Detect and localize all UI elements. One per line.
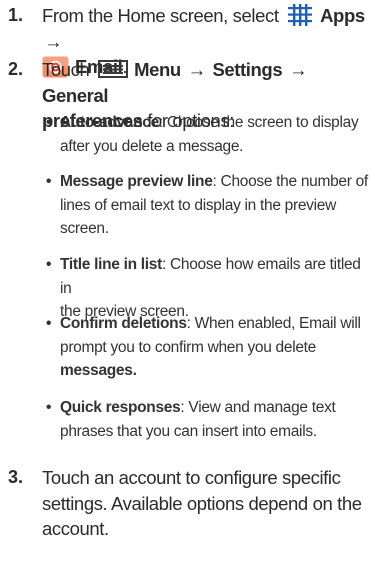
step-3-line: account. (42, 518, 109, 539)
arrow: → (288, 59, 308, 80)
bullet-dot: • (46, 399, 52, 416)
bullet-dot: • (46, 315, 52, 332)
option-auto-advance: • Auto-advance: Choose the screen to dis… (46, 111, 372, 158)
bullet-dot: • (46, 256, 52, 273)
arrow: → (44, 30, 63, 52)
option-desc-bold: messages. (60, 362, 137, 380)
option-desc: : Choose the number of (212, 173, 369, 190)
step-3: 3. Touch an account to configure specifi… (6, 465, 368, 542)
option-term: Message preview line (60, 173, 213, 190)
option-desc: after you delete a message. (60, 137, 244, 155)
step-number: 3. (8, 467, 24, 487)
step-2-text: Touch (42, 59, 90, 80)
menu-key-icon (98, 60, 129, 78)
step-text: Touch an account to configure specific s… (42, 465, 368, 542)
bullet-dot: • (46, 114, 52, 131)
option-desc: : When enabled, Email will (186, 315, 361, 332)
option-term: Title line in list (60, 256, 162, 273)
bullet-dot: • (46, 173, 52, 190)
apps-grid-icon (288, 4, 313, 26)
step-3-line: Touch an account to configure specific (42, 467, 341, 488)
settings-label: Settings (212, 59, 283, 80)
option-message-preview-line: • Message preview line: Choose the numbe… (46, 170, 372, 241)
option-desc: screen. (60, 220, 109, 238)
apps-label: Apps (320, 5, 365, 26)
option-term: Quick responses (60, 399, 181, 416)
instruction-page: 1. From the Home screen, select Apps → E… (0, 0, 375, 572)
option-confirm-deletions: • Confirm deletions: When enabled, Email… (46, 312, 372, 383)
arrow: → (187, 59, 207, 80)
option-desc: lines of email text to display in the pr… (60, 196, 336, 214)
option-desc: prompt you to confirm when you delete (60, 338, 316, 356)
general-label: General (42, 84, 109, 106)
step-number: 1. (8, 5, 24, 25)
option-term: Confirm deletions (60, 315, 187, 332)
step-3-line: settings. Available options depend on th… (42, 492, 362, 514)
option-desc: phrases that you can insert into emails. (60, 422, 317, 440)
step-1-text: From the Home screen, select (42, 5, 279, 26)
option-quick-responses: • Quick responses: View and manage text … (46, 396, 372, 443)
step-number: 2. (8, 59, 24, 79)
option-desc: : Choose the screen to display (158, 114, 359, 131)
option-desc: : View and manage text (180, 399, 336, 416)
menu-label: Menu (134, 59, 181, 80)
option-term: Auto-advance (60, 114, 159, 131)
